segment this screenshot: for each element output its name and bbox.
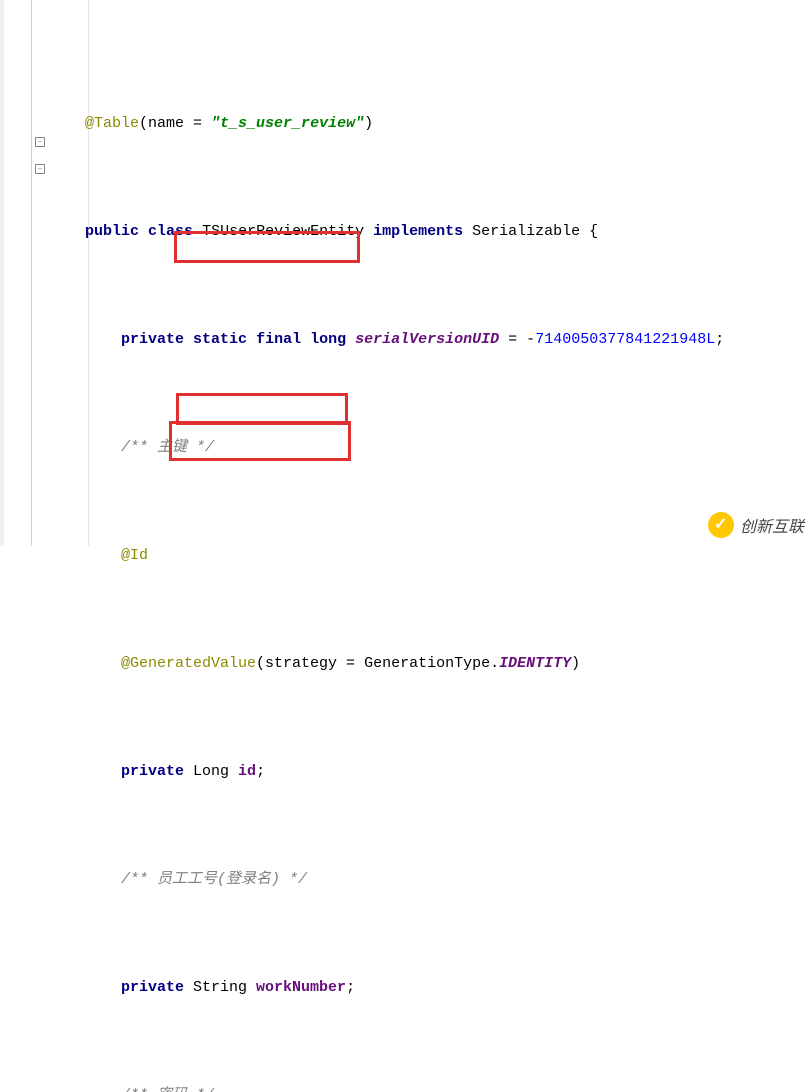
fold-icon[interactable]: – — [35, 137, 45, 147]
comment: /** 主键 */ — [121, 439, 214, 456]
watermark-icon — [708, 512, 734, 538]
line-number-gutter — [0, 0, 32, 546]
watermark-text: 创新互联 — [740, 513, 804, 537]
fold-gutter: – – — [32, 0, 50, 546]
annotation-table: @Table — [85, 115, 139, 132]
code-editor[interactable]: – – @Table(name = "t_s_user_review") pub… — [0, 0, 812, 546]
watermark: 创新互联 — [708, 512, 804, 538]
annotation-generated: @GeneratedValue — [121, 655, 256, 672]
code-content[interactable]: @Table(name = "t_s_user_review") public … — [50, 0, 812, 546]
fold-icon[interactable]: – — [35, 164, 45, 174]
annotation-id: @Id — [121, 547, 148, 564]
highlight-box — [176, 393, 348, 425]
comment: /** 密码 */ — [121, 1087, 214, 1092]
comment: /** 员工工号(登录名) */ — [121, 871, 307, 888]
